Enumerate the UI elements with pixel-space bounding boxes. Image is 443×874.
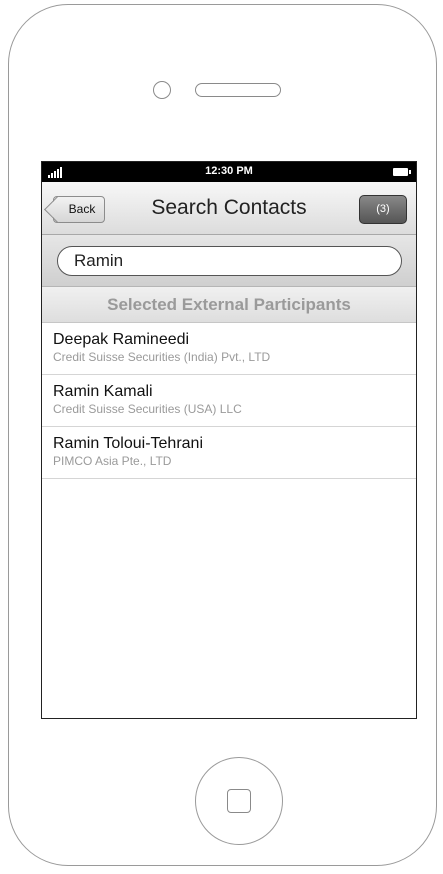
contact-row[interactable]: Ramin Kamali Credit Suisse Securities (U… — [42, 375, 416, 427]
section-header: Selected External Participants — [42, 287, 416, 323]
speaker-icon — [195, 83, 281, 97]
contact-company: Credit Suisse Securities (India) Pvt., L… — [53, 350, 271, 364]
contact-list: Deepak Ramineedi Credit Suisse Securitie… — [42, 323, 416, 479]
home-square-icon — [227, 789, 251, 813]
search-input[interactable]: Ramin — [57, 246, 402, 276]
status-time: 12:30 PM — [205, 165, 253, 177]
contact-name: Ramin Kamali — [53, 383, 153, 400]
contact-name: Ramin Toloui-Tehrani — [53, 435, 203, 452]
home-button[interactable] — [195, 757, 283, 845]
contact-company: PIMCO Asia Pte., LTD — [53, 454, 172, 468]
contact-company: Credit Suisse Securities (USA) LLC — [53, 402, 242, 416]
navigation-bar: Back Search Contacts (3) — [42, 182, 416, 235]
contact-name: Deepak Ramineedi — [53, 331, 190, 348]
app-screen: 12:30 PM Back Search Contacts (3) Ramin … — [41, 161, 417, 719]
search-bar: Ramin — [42, 235, 416, 287]
status-bar: 12:30 PM — [42, 162, 416, 182]
battery-icon — [393, 168, 411, 176]
camera-icon — [153, 81, 171, 99]
contact-row[interactable]: Ramin Toloui-Tehrani PIMCO Asia Pte., LT… — [42, 427, 416, 479]
selected-count-button[interactable]: (3) — [359, 195, 407, 224]
section-header-title: Selected External Participants — [107, 295, 351, 314]
contact-row[interactable]: Deepak Ramineedi Credit Suisse Securitie… — [42, 323, 416, 375]
